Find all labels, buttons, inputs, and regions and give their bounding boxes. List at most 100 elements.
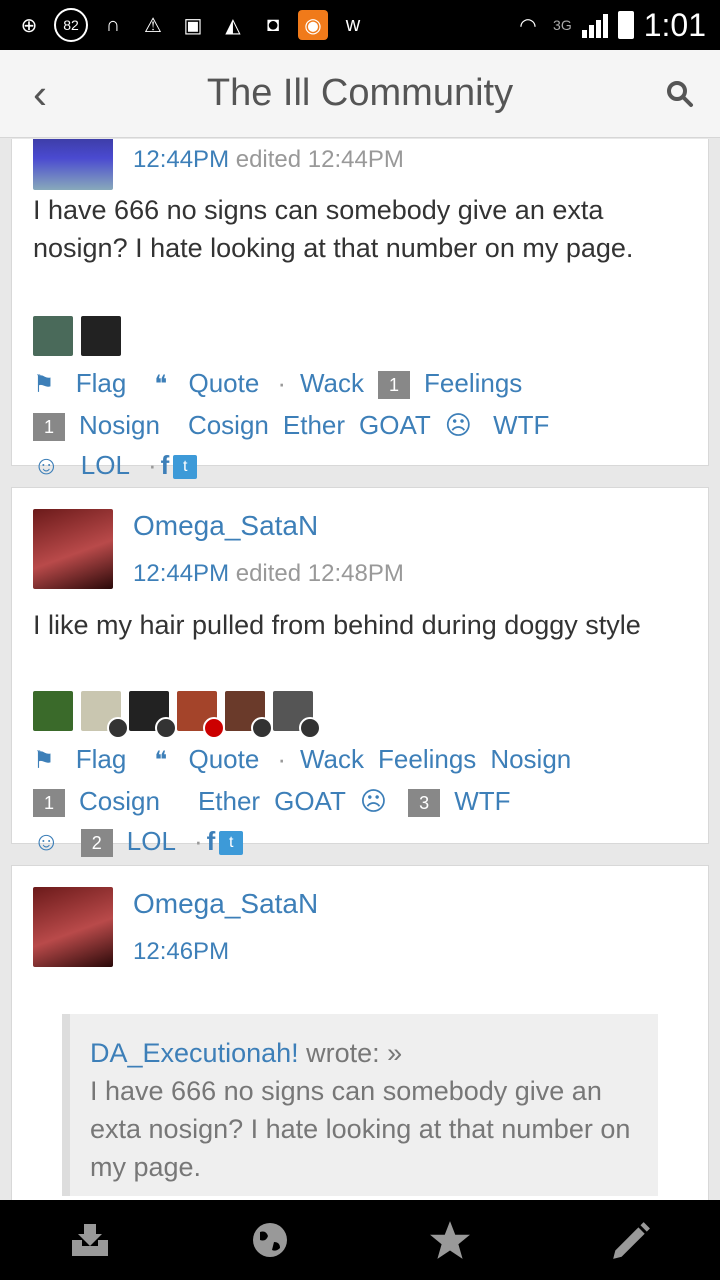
avatar[interactable] <box>33 139 113 190</box>
comment-list: 12:44PM edited 12:44PM I have 666 no sig… <box>0 139 720 1200</box>
ether-button[interactable]: Ether <box>283 410 345 440</box>
pencil-icon <box>613 1222 650 1259</box>
reactor-avatar[interactable] <box>33 691 73 731</box>
comment-card: Omega_SataN 12:44PM edited 12:48PM I lik… <box>11 487 709 858</box>
reactor-avatars <box>33 691 321 739</box>
goat-button[interactable]: GOAT <box>359 410 431 440</box>
flag-icon: ⚑ <box>33 747 55 774</box>
reactor-avatar[interactable] <box>225 691 273 739</box>
cosign-button[interactable]: 1 Cosign <box>33 786 174 818</box>
page-title: The Ill Community <box>206 72 514 114</box>
chevron-left-icon: ‹ <box>33 69 47 117</box>
comment-author[interactable]: Omega_SataN <box>133 888 318 920</box>
goat-button[interactable]: GOAT <box>274 786 346 816</box>
lol-icon: ☺ <box>33 826 60 856</box>
wtf-button[interactable]: ☹ 3 WTF <box>360 786 525 818</box>
instagram-icon: ◘ <box>266 13 280 36</box>
emoji-icon <box>155 717 177 739</box>
wifi-icon: ◠ <box>519 14 537 37</box>
compose-button[interactable] <box>590 1200 670 1280</box>
wattpad-icon: w <box>345 13 361 36</box>
reaction-bar: ⚑ Flag ❝ Quote · Wack 1 Feelings1 Nosign Cosign… <box>33 363 703 485</box>
favorites-button[interactable] <box>410 1200 490 1280</box>
nosign-count: 1 <box>33 413 65 442</box>
quoted-wrote-label[interactable]: wrote: » <box>306 1038 402 1068</box>
comment-timestamp[interactable]: 12:44PM edited 12:48PM <box>133 560 404 588</box>
comment-card: 12:44PM edited 12:44PM I have 666 no sig… <box>11 139 709 480</box>
emoji-icon <box>251 717 273 739</box>
avatar[interactable] <box>33 509 113 589</box>
reactor-avatar[interactable] <box>81 316 121 356</box>
separator-dot: · <box>277 744 286 774</box>
reactor-avatar[interactable] <box>81 691 129 739</box>
app-notification-icon: ◭ <box>225 14 241 37</box>
feelings-button[interactable]: 1 Feelings <box>378 368 536 400</box>
nosign-button[interactable]: 1 Nosign <box>33 410 174 442</box>
twitter-share-icon[interactable]: t <box>173 455 198 480</box>
emoji-icon <box>203 717 225 739</box>
inbox-download-icon <box>72 1224 108 1256</box>
battery-icon <box>617 11 634 39</box>
orange-app-icon: ◉ <box>298 10 328 40</box>
reactor-avatar[interactable] <box>177 691 225 739</box>
reactor-avatar[interactable] <box>129 691 177 739</box>
comment-author[interactable]: Omega_SataN <box>133 510 318 542</box>
reaction-bar: ⚑ Flag ❝ Quote · Wack Feelings Nosign1 Cosign E… <box>33 739 703 861</box>
quoted-author[interactable]: DA_Executionah! <box>90 1038 299 1068</box>
wack-button[interactable]: Wack <box>300 368 364 398</box>
reactor-avatar[interactable] <box>273 691 321 739</box>
add-icon: ⊕ <box>20 14 38 37</box>
cosign-button[interactable]: Cosign <box>188 410 269 440</box>
comment-card: Omega_SataN 12:46PM DA_Executionah! wrot… <box>11 865 709 1200</box>
signal-icon <box>581 12 608 38</box>
avatar[interactable] <box>33 887 113 967</box>
facebook-share-icon[interactable]: f <box>207 826 216 856</box>
bottom-nav <box>0 1200 720 1280</box>
quote-icon: ❝ <box>154 371 168 398</box>
wtf-icon: ☹ <box>444 410 472 440</box>
status-bar: ⊕ 82 ∩ ⚠ ▣ ◭ ◘ ◉ w ◠ 3G 1:01 <box>0 0 720 50</box>
feelings-button[interactable]: Feelings <box>378 744 476 774</box>
ether-button[interactable]: Ether <box>198 786 260 816</box>
flag-button[interactable]: ⚑ Flag <box>33 744 140 774</box>
separator-dot: · <box>147 450 157 480</box>
flag-icon: ⚑ <box>33 371 55 398</box>
comment-timestamp[interactable]: 12:46PM <box>133 938 229 966</box>
battery-percent-badge: 82 <box>54 8 88 42</box>
lol-button[interactable]: ☺ 2 LOL <box>33 826 190 858</box>
comment-body: I like my hair pulled from behind during… <box>33 610 641 640</box>
globe-button[interactable] <box>230 1200 310 1280</box>
quote-button[interactable]: ❝ Quote <box>154 368 273 398</box>
emoji-icon <box>107 717 129 739</box>
app-bar: ‹ The Ill Community <box>0 50 720 138</box>
separator-dot: · <box>277 368 286 398</box>
warning-icon: ⚠ <box>144 14 162 37</box>
nosign-button[interactable]: Nosign <box>490 744 571 774</box>
comment-timestamp[interactable]: 12:44PM edited 12:44PM <box>133 146 404 174</box>
globe-icon <box>253 1223 287 1257</box>
search-icon <box>667 80 693 107</box>
back-button[interactable]: ‹ <box>0 50 80 138</box>
inbox-button[interactable] <box>50 1200 130 1280</box>
feelings-count: 1 <box>378 371 411 400</box>
wtf-count: 3 <box>408 789 441 818</box>
quote-button[interactable]: ❝ Quote <box>154 744 273 774</box>
lol-button[interactable]: ☺ LOL <box>33 450 144 480</box>
reactor-avatars <box>33 316 121 356</box>
twitter-share-icon[interactable]: t <box>219 831 244 856</box>
clock: 1:01 <box>643 6 706 43</box>
quoted-text: I have 666 no signs can somebody give an… <box>90 1076 631 1182</box>
lol-icon: ☺ <box>33 450 60 480</box>
wack-button[interactable]: Wack <box>300 744 364 774</box>
separator-dot: · <box>193 826 203 856</box>
facebook-share-icon[interactable]: f <box>161 450 170 480</box>
quote-icon: ❝ <box>154 747 168 774</box>
reactor-avatar[interactable] <box>33 316 73 356</box>
wtf-button[interactable]: ☹ WTF <box>445 410 564 440</box>
camera-icon: ▣ <box>183 14 203 37</box>
headphones-icon: ∩ <box>105 13 121 36</box>
comment-body: I have 666 no signs can somebody give an… <box>33 195 634 263</box>
cosign-count: 1 <box>33 789 65 818</box>
search-button[interactable] <box>640 50 720 138</box>
flag-button[interactable]: ⚑ Flag <box>33 368 140 398</box>
